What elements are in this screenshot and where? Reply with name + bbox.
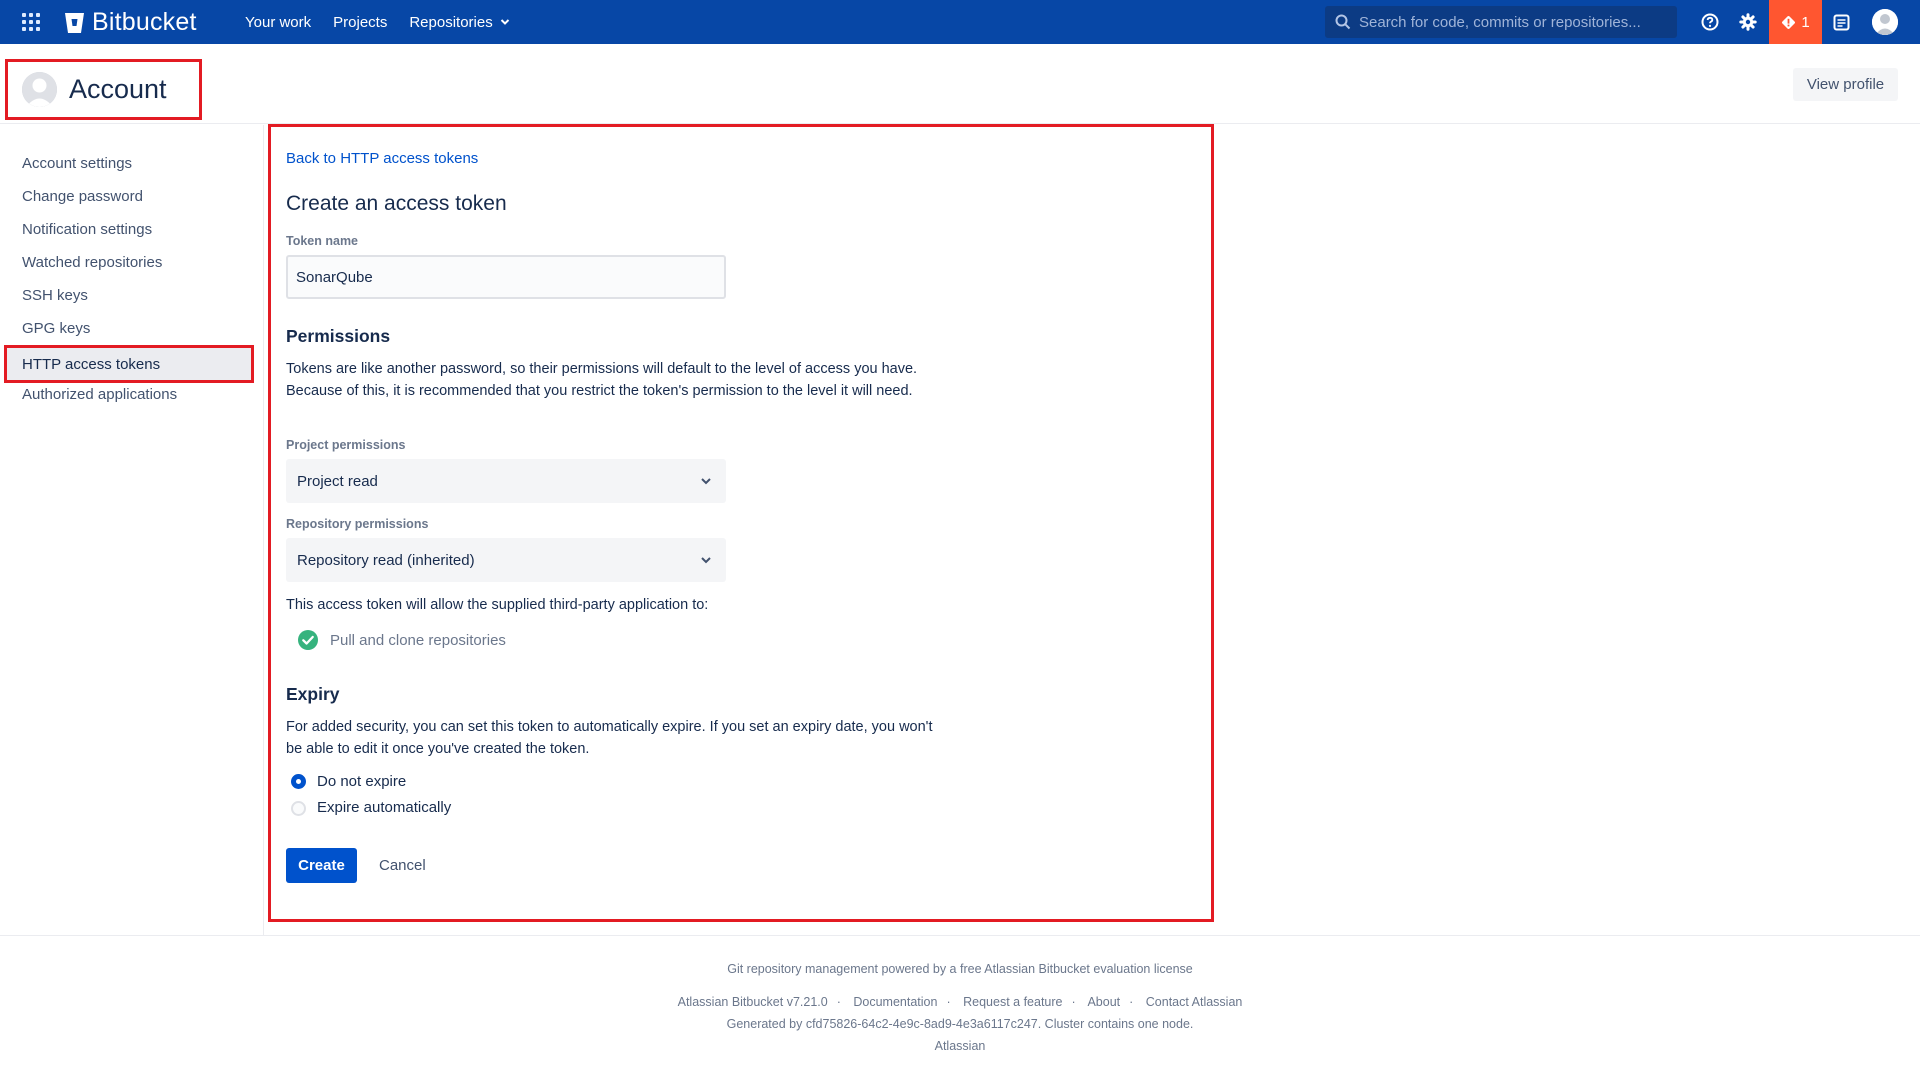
gear-icon[interactable] xyxy=(1735,0,1761,44)
brand-name: Bitbucket xyxy=(92,8,197,36)
check-circle-icon xyxy=(298,630,318,650)
expiry-heading: Expiry xyxy=(286,684,340,704)
primary-nav: Your work Projects Repositories xyxy=(245,0,532,44)
footer-company: Atlassian xyxy=(934,1039,986,1053)
footer-generated: Generated by cfd75826-64c2-4e9c-8ad9-4e3… xyxy=(726,1017,1194,1031)
app-switcher-icon[interactable] xyxy=(22,13,40,31)
project-permissions-select[interactable]: Project read xyxy=(286,459,726,503)
cancel-button[interactable]: Cancel xyxy=(371,848,434,883)
token-name-label: Token name xyxy=(286,234,359,248)
sidebar-item-http-access-tokens[interactable]: HTTP access tokens xyxy=(4,345,254,383)
allow-item-pull-clone: Pull and clone repositories xyxy=(330,632,506,649)
sidebar-item-notification-settings[interactable]: Notification settings xyxy=(22,221,152,238)
nav-repositories-label: Repositories xyxy=(409,13,493,31)
project-permissions-label: Project permissions xyxy=(286,438,406,452)
footer-divider xyxy=(0,935,1920,936)
chevron-down-icon xyxy=(701,478,711,485)
repository-permissions-label: Repository permissions xyxy=(286,517,429,531)
nav-your-work[interactable]: Your work xyxy=(245,14,311,31)
alerts-count: 1 xyxy=(1801,13,1810,31)
allow-description: This access token will allow the supplie… xyxy=(286,597,709,613)
create-button[interactable]: Create xyxy=(286,848,357,883)
footer-license: Git repository management powered by a f… xyxy=(727,962,1193,976)
view-profile-button[interactable]: View profile xyxy=(1793,68,1898,101)
search-input[interactable] xyxy=(1359,13,1669,31)
footer-link-version[interactable]: Atlassian Bitbucket v7.21.0 xyxy=(678,995,828,1009)
radio-expire-automatically[interactable] xyxy=(291,801,306,816)
project-permissions-value: Project read xyxy=(297,472,378,490)
account-sidebar: Account settings Change password Notific… xyxy=(0,125,264,935)
account-avatar xyxy=(22,72,57,107)
sidebar-item-account-settings[interactable]: Account settings xyxy=(22,155,132,172)
repository-permissions-value: Repository read (inherited) xyxy=(297,551,475,569)
footer-link-request-feature[interactable]: Request a feature xyxy=(963,995,1062,1009)
form-title: Create an access token xyxy=(286,192,507,215)
sidebar-item-ssh-keys[interactable]: SSH keys xyxy=(22,287,88,304)
search-icon xyxy=(1335,14,1351,30)
account-header-highlight: Account xyxy=(5,59,202,120)
bitbucket-icon xyxy=(65,12,84,33)
top-navigation: Bitbucket Your work Projects Repositorie… xyxy=(0,0,1920,44)
repository-permissions-select[interactable]: Repository read (inherited) xyxy=(286,538,726,582)
permissions-description: Tokens are like another password, so the… xyxy=(286,361,918,399)
search-box[interactable] xyxy=(1325,6,1677,38)
sidebar-item-watched-repositories[interactable]: Watched repositories xyxy=(22,254,162,271)
token-name-input[interactable] xyxy=(286,255,726,299)
radio-do-not-expire-label[interactable]: Do not expire xyxy=(317,773,406,790)
sidebar-item-change-password[interactable]: Change password xyxy=(22,188,143,205)
user-avatar[interactable] xyxy=(1872,9,1898,35)
chevron-down-icon xyxy=(500,19,509,25)
warning-icon xyxy=(1782,15,1796,29)
expiry-description: For added security, you can set this tok… xyxy=(286,719,933,757)
sidebar-item-authorized-applications[interactable]: Authorized applications xyxy=(22,386,177,403)
permissions-heading: Permissions xyxy=(286,326,391,346)
page-header xyxy=(0,44,1920,124)
back-link[interactable]: Back to HTTP access tokens xyxy=(286,150,478,167)
bitbucket-logo[interactable]: Bitbucket xyxy=(64,8,197,37)
sidebar-item-gpg-keys[interactable]: GPG keys xyxy=(22,320,90,337)
alerts-button[interactable]: 1 xyxy=(1769,0,1822,44)
radio-expire-automatically-label[interactable]: Expire automatically xyxy=(317,799,451,816)
footer-links: Atlassian Bitbucket v7.21.0 · Documentati… xyxy=(677,995,1243,1009)
footer-link-documentation[interactable]: Documentation xyxy=(853,995,937,1009)
help-icon[interactable] xyxy=(1697,0,1723,44)
nav-repositories[interactable]: Repositories xyxy=(409,14,509,31)
footer-link-about[interactable]: About xyxy=(1087,995,1120,1009)
radio-do-not-expire[interactable] xyxy=(291,774,306,789)
page-title: Account xyxy=(69,74,167,104)
footer-link-contact[interactable]: Contact Atlassian xyxy=(1146,995,1243,1009)
whats-new-icon[interactable] xyxy=(1828,0,1854,44)
chevron-down-icon xyxy=(701,557,711,564)
nav-projects[interactable]: Projects xyxy=(333,14,387,31)
